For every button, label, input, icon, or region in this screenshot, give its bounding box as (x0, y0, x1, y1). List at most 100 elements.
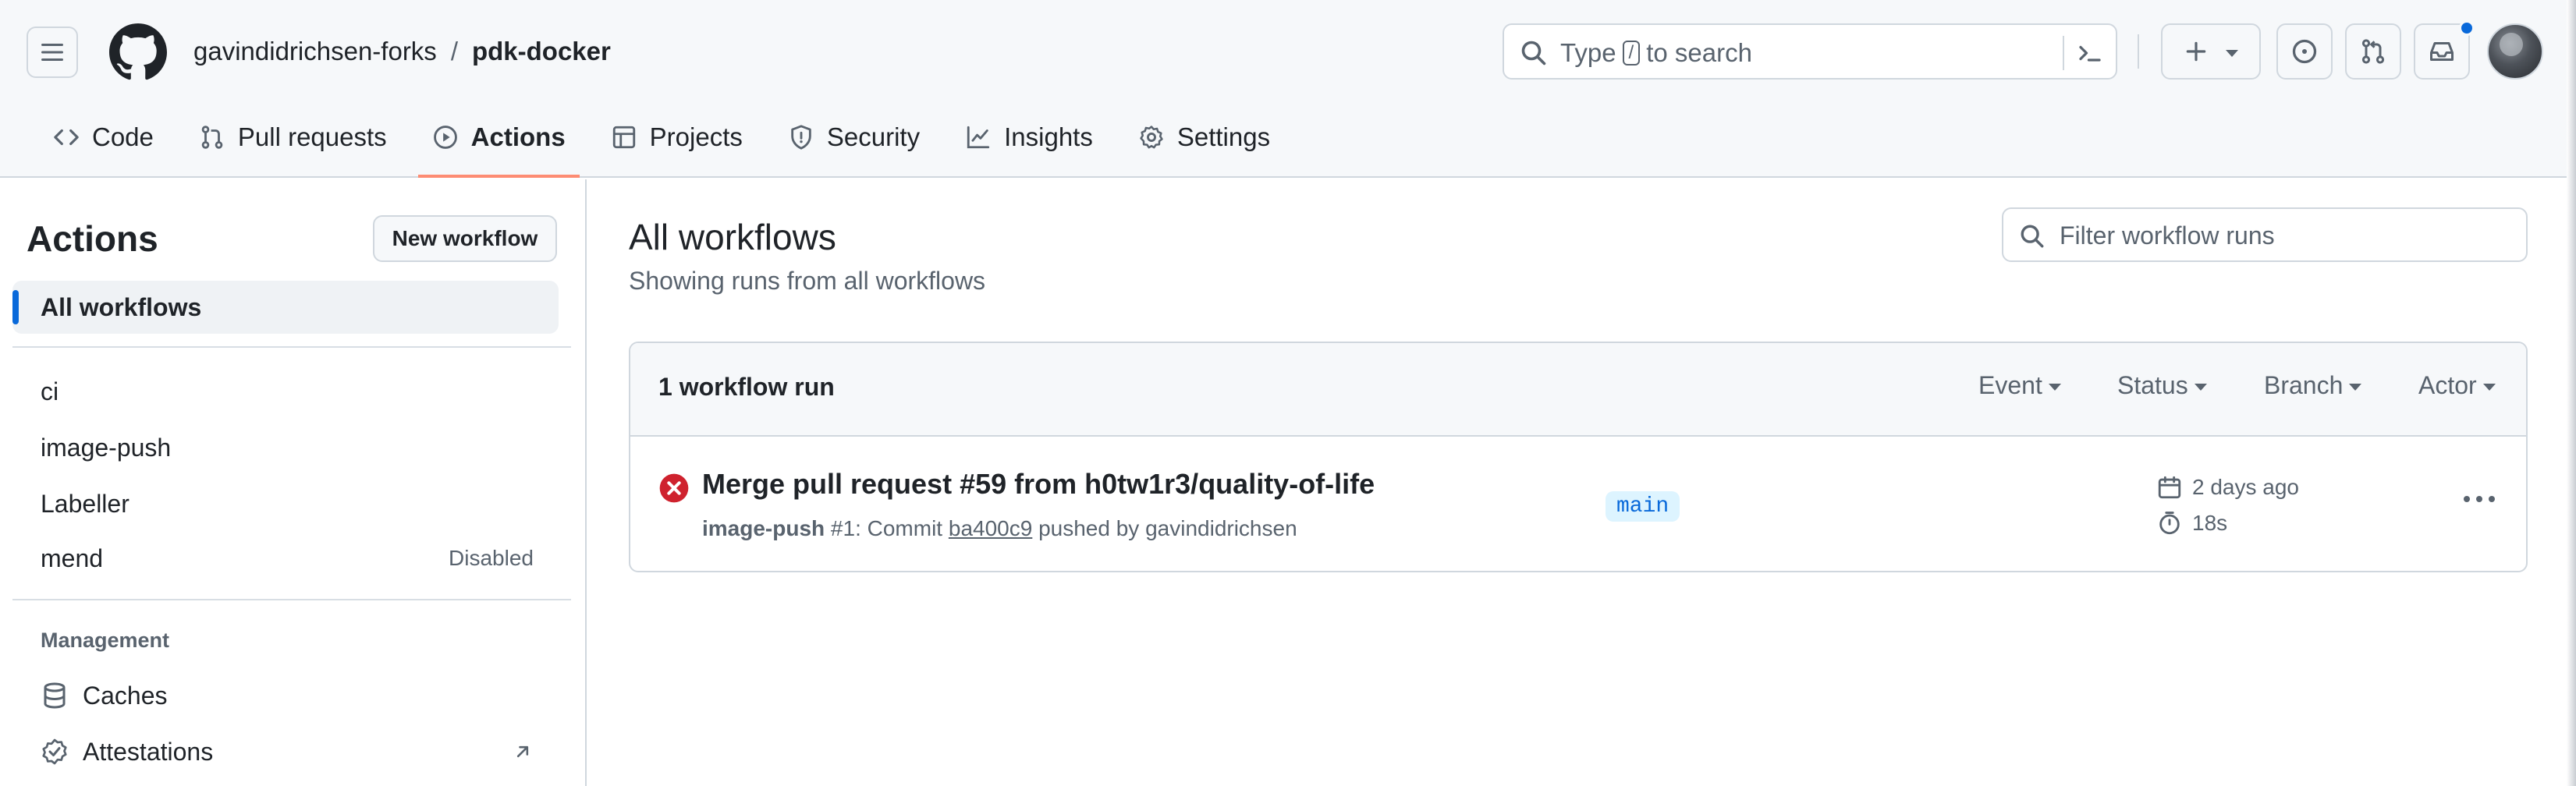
commit-sha-link[interactable]: ba400c9 (949, 516, 1032, 540)
gear-icon (1140, 126, 1163, 149)
sidebar-item-attestations[interactable]: Attestations (12, 725, 559, 778)
runs-list-header: 1 workflow run Event Status Branch Actor (630, 343, 2526, 437)
tab-insights-label: Insights (1004, 122, 1093, 151)
tab-security[interactable]: Security (774, 115, 934, 159)
sidebar-item-label: Attestations (83, 737, 214, 766)
run-count: 1 workflow run (658, 373, 835, 401)
x-circle-fill-icon (659, 473, 689, 503)
issue-opened-icon (2292, 39, 2317, 64)
play-icon (433, 126, 457, 149)
sidebar-divider (12, 599, 571, 600)
pull-requests-button[interactable] (2345, 23, 2401, 80)
git-pull-request-icon (2361, 39, 2385, 64)
table-icon (612, 126, 635, 149)
branch-filter-label: Branch (2264, 371, 2344, 399)
code-icon (54, 129, 79, 146)
global-search-input[interactable]: Type / to search (1503, 23, 2117, 80)
header-divider (2138, 34, 2139, 69)
run-title-link[interactable]: Merge pull request #59 from h0tw1r3/qual… (702, 468, 1375, 501)
event-filter-label: Event (1978, 371, 2042, 399)
search-placeholder-suffix: to search (1646, 38, 1752, 67)
breadcrumb: gavindidrichsen-forks / pdk-docker (193, 34, 611, 69)
sidebar-item-labeller[interactable]: Labeller (12, 477, 559, 530)
chevron-down-icon (2349, 384, 2362, 391)
tab-insights[interactable]: Insights (951, 115, 1107, 159)
breadcrumb-owner[interactable]: gavindidrichsen-forks (193, 34, 437, 69)
status-filter-dropdown[interactable]: Status (2117, 371, 2207, 400)
issues-button[interactable] (2276, 23, 2333, 80)
actor-filter-dropdown[interactable]: Actor (2418, 371, 2496, 400)
management-heading: Management (41, 628, 170, 652)
actions-sidebar: Actions New workflow All workflows ci im… (0, 179, 587, 786)
search-icon (1521, 41, 1546, 66)
event-filter-dropdown[interactable]: Event (1978, 371, 2061, 400)
notification-indicator (2459, 20, 2475, 36)
run-date-text: 2 days ago (2192, 475, 2299, 499)
run-duration: 18s (2156, 510, 2227, 536)
sidebar-item-caches[interactable]: Caches (12, 669, 559, 722)
shield-icon (791, 125, 811, 150)
git-pull-request-icon (201, 126, 223, 149)
tab-code[interactable]: Code (39, 115, 168, 159)
avatar[interactable] (2487, 23, 2543, 80)
verified-icon (42, 738, 67, 765)
tab-pull-requests[interactable]: Pull requests (185, 115, 401, 159)
search-placeholder-prefix: Type (1560, 38, 1616, 67)
page-subtitle: Showing runs from all workflows (629, 267, 986, 295)
inbox-icon (2430, 42, 2454, 61)
create-new-button[interactable] (2161, 23, 2261, 80)
command-palette-icon[interactable] (2075, 39, 2105, 67)
run-commit-prefix: Commit (867, 516, 943, 540)
search-shortcut-key: / (1622, 41, 1641, 66)
sidebar-item-label: ci (41, 377, 59, 405)
window-edge (2567, 0, 2576, 786)
chevron-down-icon (2482, 384, 2496, 391)
tab-actions[interactable]: Actions (417, 115, 580, 178)
filter-workflow-runs-input[interactable]: Filter workflow runs (2002, 207, 2528, 262)
stopwatch-icon (2159, 512, 2180, 535)
filter-placeholder: Filter workflow runs (2060, 221, 2275, 250)
database-icon (44, 682, 66, 709)
search-divider (2063, 36, 2064, 70)
github-logo[interactable] (109, 23, 167, 81)
search-placeholder: Type / to search (1560, 38, 1752, 68)
hamburger-icon[interactable] (27, 27, 78, 78)
sidebar-item-label: image-push (41, 433, 172, 462)
workflow-runs-list: 1 workflow run Event Status Branch Actor… (629, 342, 2528, 572)
run-pushed-by: pushed by gavindidrichsen (1038, 516, 1297, 540)
tab-security-label: Security (826, 122, 921, 151)
calendar-icon (2158, 476, 2181, 499)
sidebar-item-all-workflows[interactable]: All workflows (12, 281, 559, 334)
tab-settings-label: Settings (1176, 122, 1271, 151)
status-filter-label: Status (2117, 371, 2188, 399)
sidebar-item-mend[interactable]: mend Disabled (12, 532, 559, 585)
run-date: 2 days ago (2156, 474, 2299, 501)
sidebar-item-label: mend (41, 543, 104, 572)
branch-badge[interactable]: main (1606, 491, 1680, 522)
chevron-down-icon (2048, 384, 2061, 391)
breadcrumb-repo[interactable]: pdk-docker (472, 34, 611, 69)
breadcrumb-separator: / (450, 37, 458, 66)
kebab-horizontal-icon[interactable] (2456, 483, 2503, 515)
sidebar-item-ci[interactable]: ci (12, 365, 559, 418)
tab-settings[interactable]: Settings (1124, 115, 1284, 159)
new-workflow-button[interactable]: New workflow (373, 215, 557, 262)
global-header: gavindidrichsen-forks / pdk-docker Type … (0, 0, 2576, 178)
sidebar-item-image-push[interactable]: image-push (12, 421, 559, 474)
sidebar-item-label: Caches (83, 681, 168, 710)
page-title: All workflows (629, 217, 836, 257)
tab-code-label: Code (92, 122, 154, 151)
run-workflow-name: image-push (702, 516, 825, 540)
run-duration-text: 18s (2192, 511, 2228, 535)
tab-projects[interactable]: Projects (597, 115, 757, 159)
chevron-down-icon (2226, 49, 2238, 57)
run-meta: image-push #1: Commit ba400c9 pushed by … (702, 516, 1297, 541)
run-number: #1: (830, 516, 861, 540)
sidebar-divider (12, 346, 571, 348)
sidebar-item-label: All workflows (41, 292, 202, 321)
tab-pull-requests-label: Pull requests (237, 122, 387, 151)
chevron-down-icon (2194, 384, 2207, 391)
repo-nav-tabs: Code Pull requests Actions Projects Secu… (39, 115, 1301, 178)
actor-filter-label: Actor (2418, 371, 2477, 399)
branch-filter-dropdown[interactable]: Branch (2264, 371, 2362, 400)
